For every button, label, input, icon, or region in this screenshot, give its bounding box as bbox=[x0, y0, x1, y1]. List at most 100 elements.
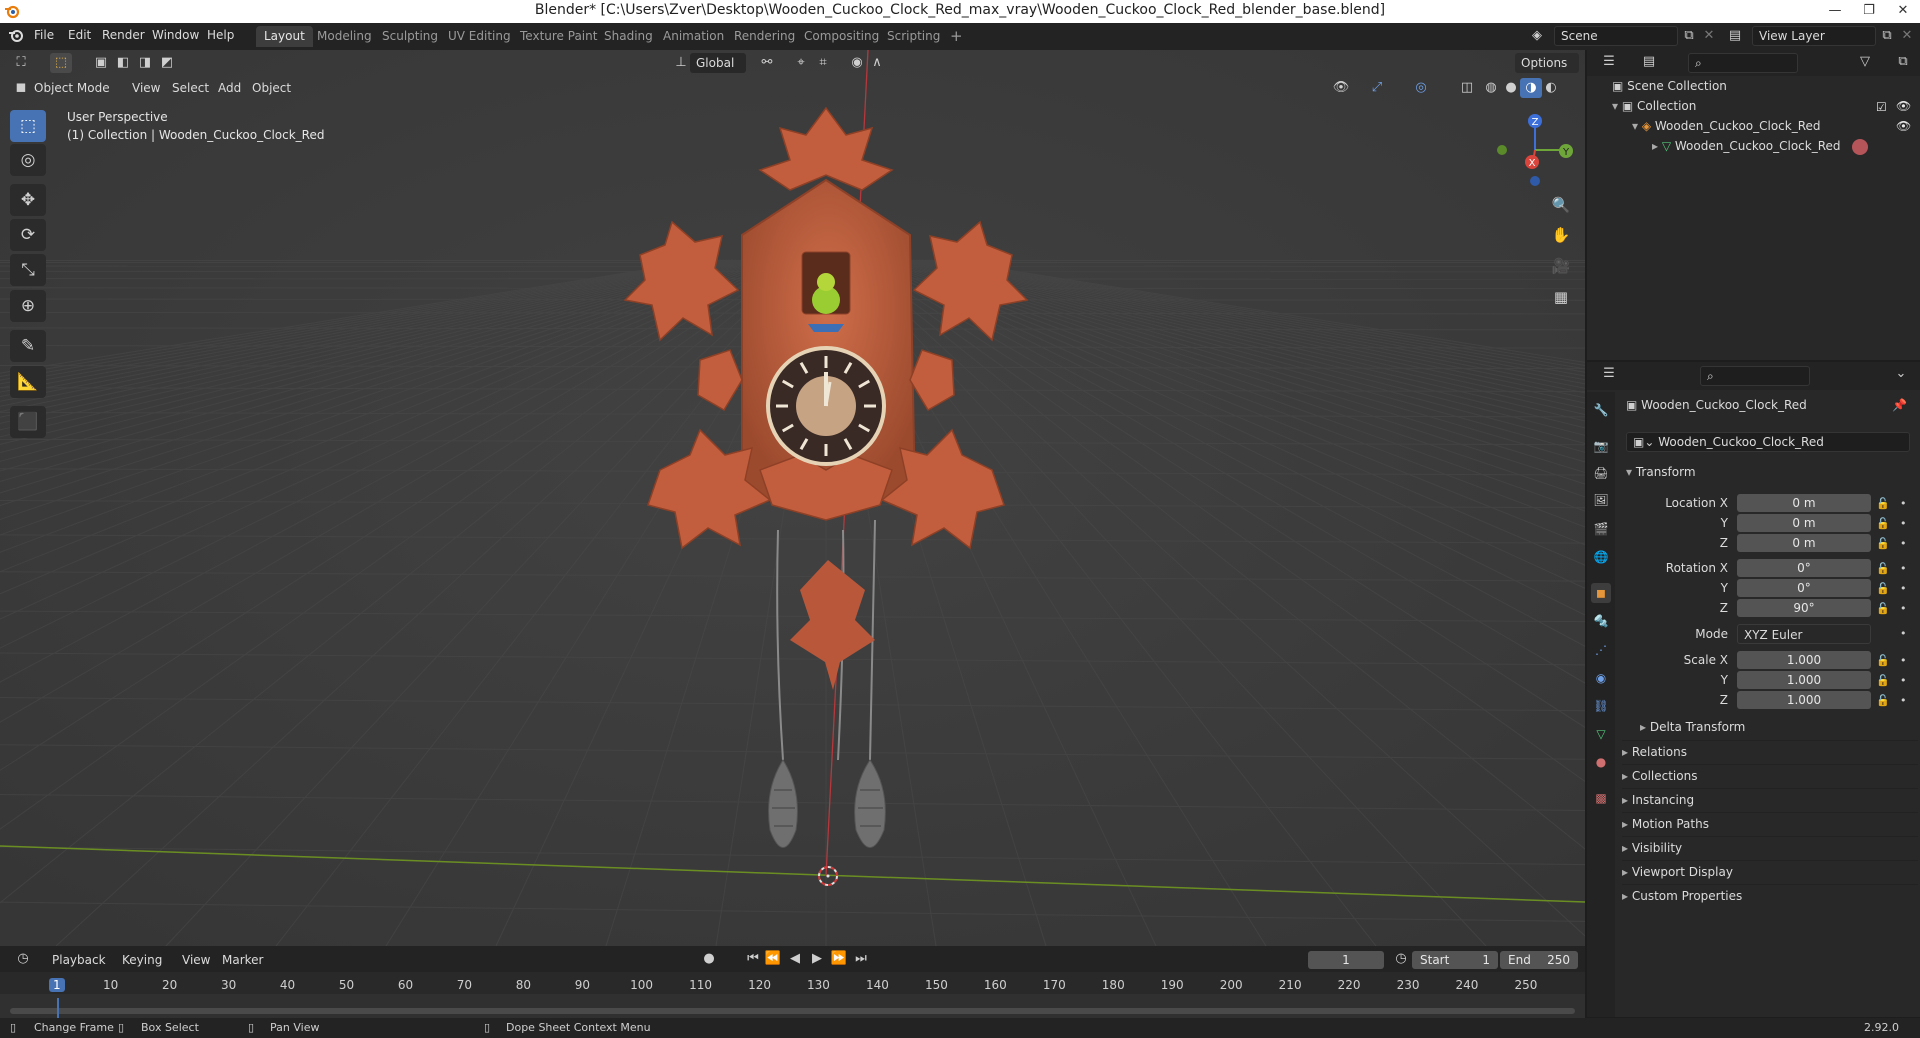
location-z-field[interactable]: 0 m bbox=[1737, 534, 1871, 552]
current-frame-field[interactable]: 1 bbox=[1308, 951, 1384, 969]
menu-object[interactable]: Object bbox=[252, 81, 291, 95]
add-cube-tool-icon[interactable]: ⬛ bbox=[10, 406, 46, 438]
panel-motion-paths[interactable]: ▸ Motion Paths bbox=[1622, 812, 1918, 834]
tab-animation[interactable]: Animation bbox=[655, 26, 732, 47]
properties-editor-type-icon[interactable]: ☰ bbox=[1598, 364, 1620, 384]
options-dropdown[interactable]: Options bbox=[1515, 53, 1579, 73]
jump-keyframe-forward-icon[interactable]: ⏩ bbox=[828, 949, 850, 969]
pan-hand-icon[interactable]: ✋ bbox=[1548, 222, 1574, 248]
outliner-object[interactable]: ▾ ◈ Wooden_Cuckoo_Clock_Red bbox=[1632, 116, 1821, 136]
start-frame-field[interactable]: Start 1 bbox=[1412, 951, 1498, 969]
collection-checkbox-icon[interactable]: ☑ bbox=[1876, 100, 1887, 114]
lock-icon[interactable]: 🔓 bbox=[1876, 694, 1890, 707]
add-workspace-icon[interactable]: + bbox=[942, 26, 971, 47]
modifier-tab-icon[interactable]: 🔩 bbox=[1591, 611, 1611, 631]
panel-relations[interactable]: ▸ Relations bbox=[1622, 740, 1918, 762]
keyframe-dot-icon[interactable]: • bbox=[1900, 627, 1907, 640]
tab-rendering[interactable]: Rendering bbox=[726, 26, 803, 47]
cursor-tool-icon[interactable]: ◎ bbox=[10, 144, 46, 176]
zoom-icon[interactable]: 🔍 bbox=[1548, 192, 1574, 218]
lock-icon[interactable]: 🔓 bbox=[1876, 654, 1890, 667]
outliner-scene-collection[interactable]: ▣ Scene Collection bbox=[1612, 76, 1727, 96]
remove-view-layer-icon[interactable]: ✕ bbox=[1896, 26, 1918, 46]
snap-target-icon[interactable]: ⌗ bbox=[812, 53, 834, 73]
lock-icon[interactable]: 🔓 bbox=[1876, 602, 1890, 615]
restore-icon[interactable]: ❐ bbox=[1852, 0, 1886, 23]
falloff-icon[interactable]: ∧ bbox=[866, 53, 888, 73]
menu-select[interactable]: Select bbox=[172, 81, 209, 95]
keyframe-dot-icon[interactable]: • bbox=[1900, 537, 1907, 550]
select-box-tool-icon[interactable]: ⬚ bbox=[10, 110, 46, 142]
constraints-tab-icon[interactable]: ⛓ bbox=[1591, 696, 1611, 716]
keyframe-dot-icon[interactable]: • bbox=[1900, 674, 1907, 687]
material-tab-icon[interactable]: ● bbox=[1591, 752, 1611, 772]
jump-keyframe-back-icon[interactable]: ⏪ bbox=[762, 949, 784, 969]
particles-tab-icon[interactable]: ⋰ bbox=[1591, 640, 1611, 660]
location-y-field[interactable]: 0 m bbox=[1737, 514, 1871, 532]
overlay-toggle-icon[interactable]: ◎ bbox=[1410, 78, 1432, 98]
outliner-mesh[interactable]: ▸ ▽ Wooden_Cuckoo_Clock_Red bbox=[1652, 136, 1841, 156]
object-tab-icon[interactable]: ◼ bbox=[1591, 583, 1611, 603]
collapse-arrow-icon[interactable]: ▸ bbox=[1652, 139, 1662, 153]
tab-texture-paint[interactable]: Texture Paint bbox=[512, 26, 605, 47]
expand-arrow-icon[interactable]: ▾ bbox=[1632, 119, 1642, 133]
box-mode-new-icon[interactable]: ▣ bbox=[90, 53, 112, 73]
panel-instancing[interactable]: ▸ Instancing bbox=[1622, 788, 1918, 810]
menu-file[interactable]: File bbox=[34, 28, 54, 42]
outliner-collection[interactable]: ▾ ▣ Collection bbox=[1612, 96, 1696, 116]
tab-uv-editing[interactable]: UV Editing bbox=[440, 26, 519, 47]
menu-keying[interactable]: Keying bbox=[122, 953, 162, 967]
editor-type-icon[interactable]: ⛶ bbox=[10, 53, 32, 73]
keyframe-dot-icon[interactable]: • bbox=[1900, 654, 1907, 667]
location-x-field[interactable]: 0 m bbox=[1737, 494, 1871, 512]
box-mode-extend-icon[interactable]: ◧ bbox=[112, 53, 134, 73]
keyframe-dot-icon[interactable]: • bbox=[1900, 497, 1907, 510]
rotation-x-field[interactable]: 0° bbox=[1737, 559, 1871, 577]
jump-end-icon[interactable]: ⏭ bbox=[850, 949, 872, 969]
visibility-icon[interactable]: 👁 bbox=[1330, 78, 1352, 98]
play-reverse-icon[interactable]: ◀ bbox=[784, 949, 806, 969]
physics-tab-icon[interactable]: ◉ bbox=[1591, 668, 1611, 688]
box-mode-invert-icon[interactable]: ◩ bbox=[156, 53, 178, 73]
collection-eye-icon[interactable]: 👁 bbox=[1896, 99, 1911, 113]
delta-transform-subpanel[interactable]: ▸ Delta Transform bbox=[1640, 720, 1745, 734]
menu-edit[interactable]: Edit bbox=[68, 28, 91, 42]
tab-scripting[interactable]: Scripting bbox=[879, 26, 948, 47]
perspective-toggle-icon[interactable]: ▦ bbox=[1548, 284, 1574, 310]
texture-tab-icon[interactable]: ▩ bbox=[1591, 788, 1611, 808]
tab-shading[interactable]: Shading bbox=[596, 26, 661, 47]
menu-add[interactable]: Add bbox=[218, 81, 241, 95]
shading-material-icon[interactable]: ◑ bbox=[1520, 78, 1542, 98]
new-scene-icon[interactable]: ⧉ bbox=[1678, 26, 1700, 46]
lock-icon[interactable]: 🔓 bbox=[1876, 497, 1890, 510]
menu-timeline-view[interactable]: View bbox=[182, 953, 210, 967]
pivot-icon[interactable]: ⚯ bbox=[756, 53, 778, 73]
rotation-mode-dropdown[interactable]: XYZ Euler bbox=[1737, 624, 1871, 644]
preview-range-icon[interactable]: ◷ bbox=[1390, 949, 1412, 969]
new-collection-icon[interactable]: ⧉ bbox=[1892, 52, 1914, 72]
scale-tool-icon[interactable]: ⤡ bbox=[10, 254, 46, 286]
menu-view[interactable]: View bbox=[132, 81, 160, 95]
keyframe-dot-icon[interactable]: • bbox=[1900, 694, 1907, 707]
object-mode-dropdown[interactable]: Object Mode bbox=[28, 78, 120, 98]
lock-icon[interactable]: 🔓 bbox=[1876, 582, 1890, 595]
proportional-edit-icon[interactable]: ◉ bbox=[846, 53, 868, 73]
scale-x-field[interactable]: 1.000 bbox=[1737, 651, 1871, 669]
menu-window[interactable]: Window bbox=[152, 28, 199, 42]
outliner-editor-type-icon[interactable]: ☰ bbox=[1598, 52, 1620, 72]
object-name-field[interactable]: ▣⌄ Wooden_Cuckoo_Clock_Red bbox=[1626, 432, 1910, 452]
data-tab-icon[interactable]: ▽ bbox=[1591, 724, 1611, 744]
lock-icon[interactable]: 🔓 bbox=[1876, 562, 1890, 575]
panel-custom-properties[interactable]: ▸ Custom Properties bbox=[1622, 884, 1918, 906]
new-view-layer-icon[interactable]: ⧉ bbox=[1876, 26, 1898, 46]
annotate-tool-icon[interactable]: ✎ bbox=[10, 330, 46, 362]
playhead-line[interactable] bbox=[57, 998, 59, 1018]
render-tab-icon[interactable]: 📷 bbox=[1591, 436, 1611, 456]
lock-icon[interactable]: 🔓 bbox=[1876, 517, 1890, 530]
3d-viewport[interactable]: Z Y X bbox=[0, 50, 1585, 946]
blender-menu-icon[interactable] bbox=[8, 27, 26, 45]
keyframe-dot-icon[interactable]: • bbox=[1900, 602, 1907, 615]
orientation-icon[interactable]: ⊥ bbox=[670, 53, 692, 73]
record-icon[interactable]: ● bbox=[698, 949, 720, 969]
gizmo-toggle-icon[interactable]: ⤢ bbox=[1366, 78, 1388, 98]
